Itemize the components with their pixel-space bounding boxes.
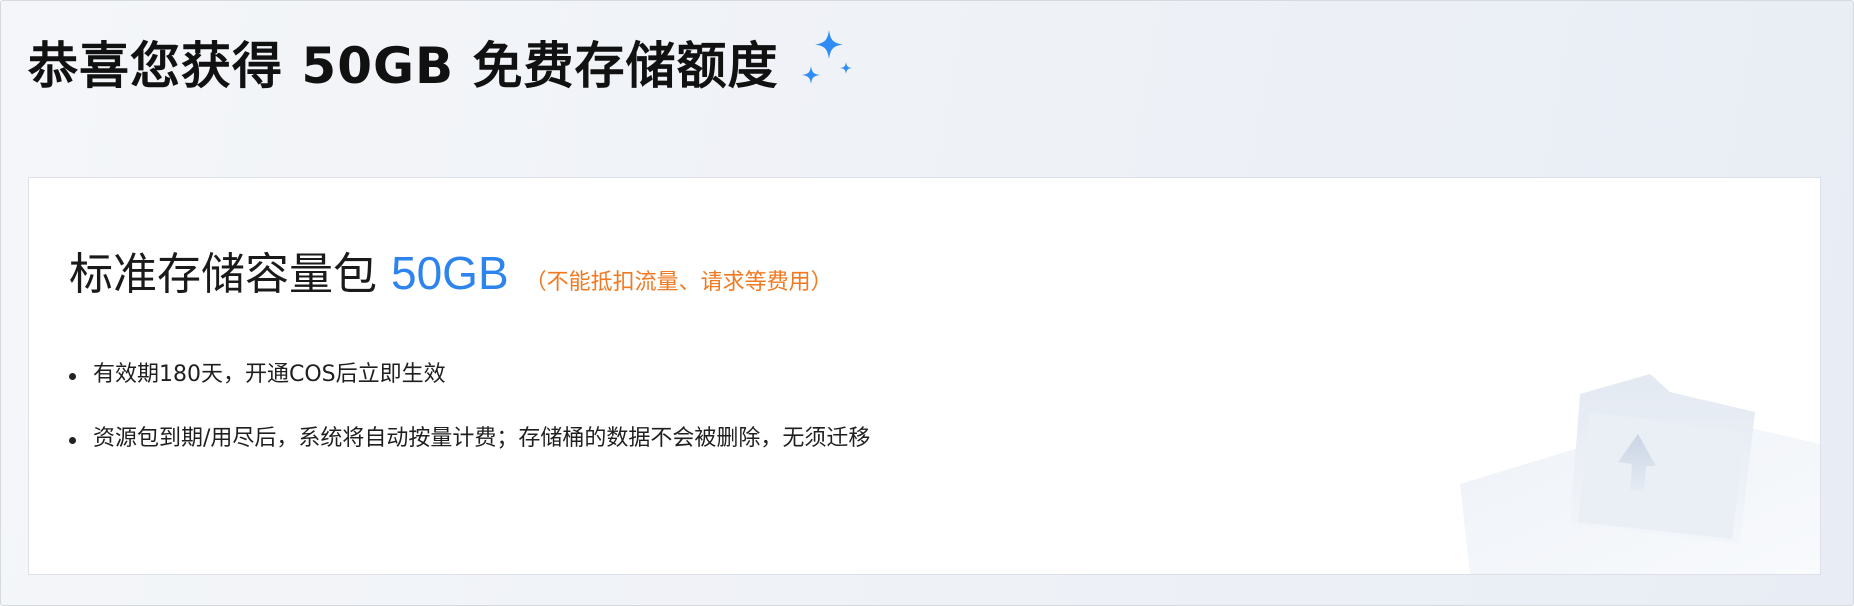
sparkle-icon: [801, 30, 852, 84]
feature-item: 资源包到期/用尽后，系统将自动按量计费；存储桶的数据不会被删除，无须迁移: [69, 424, 870, 454]
package-heading: 标准存储容量包 50GB （不能抵扣流量、请求等费用）: [69, 238, 833, 302]
storage-package-card: 标准存储容量包 50GB （不能抵扣流量、请求等费用） 有效期180天，开通CO…: [28, 177, 1821, 575]
folder-upload-icon: [1460, 374, 1820, 574]
free-quota-banner: 恭喜您获得 50GB 免费存储额度 标准存储容量包 50GB （不能抵扣流量、请…: [0, 0, 1854, 606]
package-feature-list: 有效期180天，开通COS后立即生效 资源包到期/用尽后，系统将自动按量计费；存…: [69, 360, 870, 488]
package-size: 50GB: [391, 247, 509, 299]
feature-item: 有效期180天，开通COS后立即生效: [69, 360, 870, 390]
package-name: 标准存储容量包: [69, 249, 377, 300]
banner-header: 恭喜您获得 50GB 免费存储额度: [28, 27, 859, 97]
banner-title: 恭喜您获得 50GB 免费存储额度: [28, 37, 779, 95]
package-note: （不能抵扣流量、请求等费用）: [524, 270, 833, 295]
